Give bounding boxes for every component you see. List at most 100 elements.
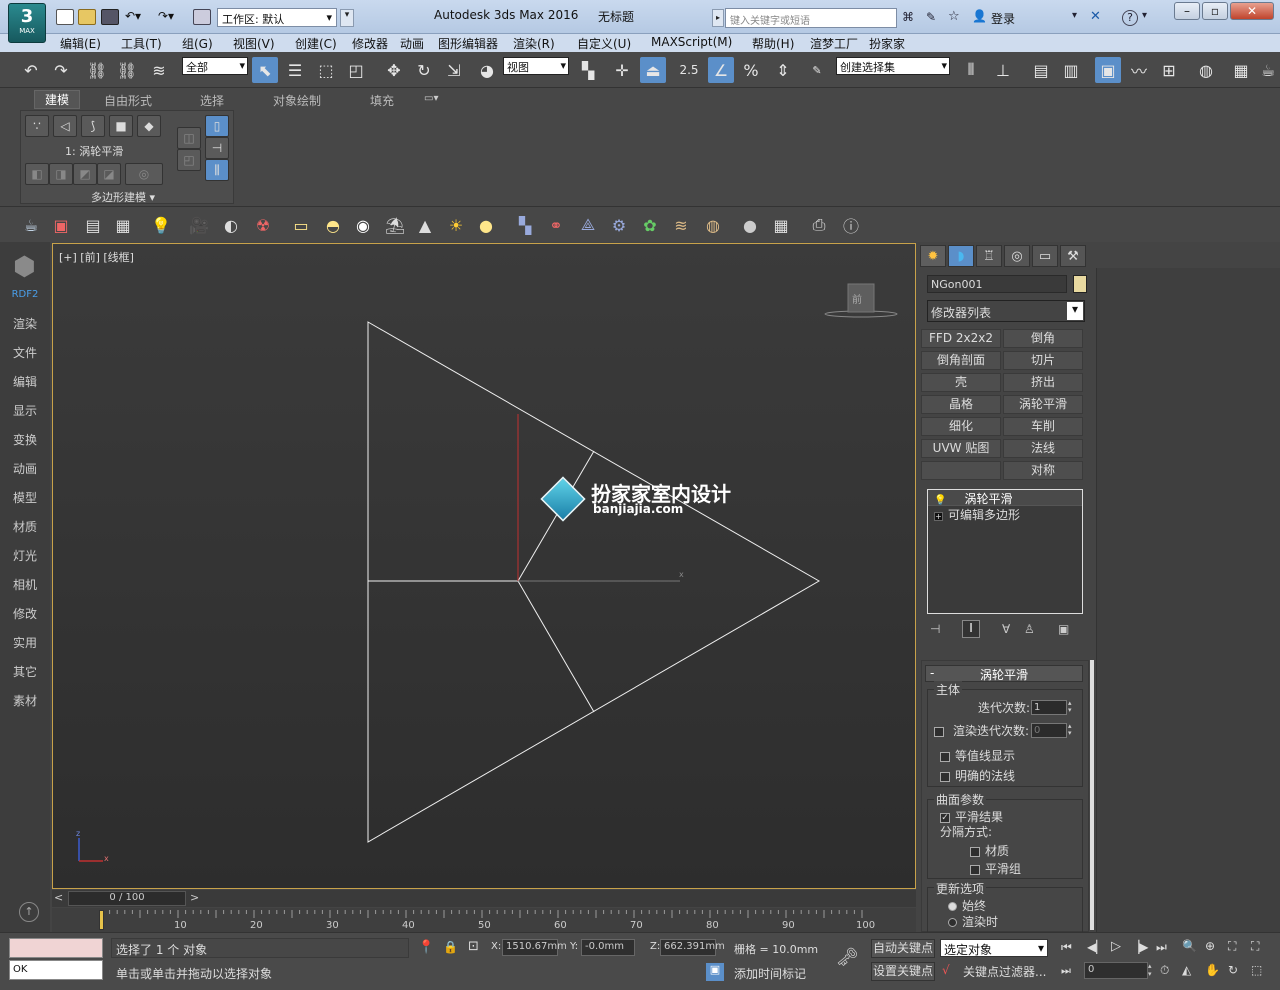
light-bulb-icon[interactable]: 💡 xyxy=(148,212,174,238)
sidebar-item-modify[interactable]: 修改 xyxy=(0,605,50,622)
modifier-shell-button[interactable]: 壳 xyxy=(921,373,1001,392)
remove-modifier-icon[interactable]: ◰ xyxy=(177,149,201,171)
expand-plus-icon[interactable]: + xyxy=(934,512,943,521)
show-end-result-icon[interactable]: Ⅰ xyxy=(962,620,980,638)
configure-modifier-icon[interactable]: ⫼ xyxy=(205,159,229,181)
material-editor-icon[interactable]: ◍ xyxy=(1193,57,1219,83)
utilities-tab-icon[interactable]: ⚒ xyxy=(1060,245,1086,267)
always-radio[interactable]: 始终 xyxy=(948,897,986,914)
make-unique-icon[interactable]: ⊣ xyxy=(205,137,229,159)
dome-light-icon[interactable]: ◓ xyxy=(320,212,346,238)
menu-customize[interactable]: 自定义(U) xyxy=(577,35,631,52)
field-of-view-icon[interactable]: ◭ xyxy=(1182,963,1191,977)
current-frame-marker[interactable] xyxy=(99,910,104,930)
teapot-icon[interactable]: ☕ xyxy=(18,212,44,238)
track-bar[interactable]: 10 20 30 40 50 60 70 80 90 100 xyxy=(52,908,916,932)
render-iters-spinner-arrows[interactable]: ▴ ▾ xyxy=(1068,723,1072,737)
collapse-minus-icon[interactable]: - xyxy=(930,666,934,680)
modifier-bevel-button[interactable]: 倒角 xyxy=(1003,329,1083,348)
sidebar-item-utility[interactable]: 实用 xyxy=(0,634,50,651)
sidebar-item-render[interactable]: 渲染 xyxy=(0,315,50,332)
next-frame-icon[interactable]: ▕▶ xyxy=(1130,940,1148,954)
selected-object-dropdown[interactable]: 选定对象 ▾ xyxy=(940,939,1048,957)
z-coordinate-field[interactable]: 662.391mm xyxy=(660,939,725,956)
light-bulb-icon[interactable]: 💡 xyxy=(934,495,946,506)
menu-graph-editors[interactable]: 图形编辑器 xyxy=(438,35,498,52)
sidebar-item-model[interactable]: 模型 xyxy=(0,489,50,506)
schematic-view-icon[interactable]: ⊞ xyxy=(1156,57,1182,83)
sidebar-item-assets[interactable]: 素材 xyxy=(0,692,50,709)
redo-icon[interactable]: ↷ xyxy=(48,57,74,83)
menu-maxscript[interactable]: MAXScript(M) xyxy=(651,35,732,49)
x-coordinate-field[interactable]: 1510.67mm xyxy=(502,939,567,956)
front-viewport[interactable]: [+] [前] [线框] 前 z x x 扮家家室内设计 banjiajia.c… xyxy=(52,243,916,889)
material-ball-icon[interactable]: ● xyxy=(737,212,763,238)
rollout-header[interactable]: - 涡轮平滑 xyxy=(925,665,1083,682)
help-dropdown-icon[interactable]: ▾ xyxy=(1142,10,1147,21)
rectangular-selection-icon[interactable]: ⬚ xyxy=(313,57,339,83)
displacement-icon[interactable]: ◍ xyxy=(700,212,726,238)
menu-tools[interactable]: 工具(T) xyxy=(121,35,162,52)
login-dropdown-icon[interactable]: ▾ xyxy=(1072,10,1077,21)
pin-stack-icon[interactable]: ▯ xyxy=(205,115,229,137)
login-button[interactable]: 登录 xyxy=(991,10,1015,27)
edge-icon[interactable]: ◁ xyxy=(53,115,77,137)
menu-modifiers[interactable]: 修改器 xyxy=(352,35,388,52)
prev-modifier-icon[interactable]: ◧ xyxy=(25,163,49,185)
menu-views[interactable]: 视图(V) xyxy=(233,35,275,52)
modifier-bevel-profile-button[interactable]: 倒角剖面 xyxy=(921,351,1001,370)
maximize-button[interactable]: ▫ xyxy=(1202,2,1228,20)
remove-modifier-icon[interactable]: ♙ xyxy=(1024,622,1035,636)
new-file-icon[interactable] xyxy=(56,9,74,25)
checkbox-box[interactable] xyxy=(940,751,950,762)
modifier-normal-button[interactable]: 法线 xyxy=(1003,439,1083,458)
unlink-icon[interactable]: ⛓ xyxy=(114,57,140,83)
render-frame-icon[interactable]: ▣ xyxy=(48,212,74,238)
place-icon[interactable]: ◕ xyxy=(474,57,500,83)
camera-icon[interactable]: 🎥 xyxy=(186,212,212,238)
keyboard-shortcut-override-icon[interactable]: ⏏ xyxy=(640,57,666,83)
open-file-icon[interactable] xyxy=(78,9,96,25)
menu-edit[interactable]: 编辑(E) xyxy=(60,35,101,52)
selection-lock-icon[interactable]: 🔒 xyxy=(443,940,458,954)
multi-camera-icon[interactable]: ☢ xyxy=(250,212,276,238)
align-icon[interactable]: ⊥ xyxy=(990,57,1016,83)
plane-light-icon[interactable]: ▭ xyxy=(288,212,314,238)
radio-circle[interactable] xyxy=(948,902,957,911)
add-time-tag[interactable]: 添加时间标记 xyxy=(734,965,806,982)
time-prev-button[interactable]: < xyxy=(54,891,66,904)
modifier-symmetry-button[interactable]: 对称 xyxy=(1003,461,1083,480)
checkbox-box[interactable] xyxy=(970,864,980,875)
use-soft-selection-icon[interactable]: ◫ xyxy=(177,127,201,149)
subscription-icon[interactable]: ✎ xyxy=(926,10,936,24)
tab-modeling[interactable]: 建模 xyxy=(34,90,81,109)
sidebar-item-lights[interactable]: 灯光 xyxy=(0,547,50,564)
hair-icon[interactable]: ≋ xyxy=(668,212,694,238)
sidebar-item-animation[interactable]: 动画 xyxy=(0,460,50,477)
curve-editor-icon[interactable]: 〰 xyxy=(1126,57,1152,83)
binoculars-icon[interactable]: ⌘ xyxy=(902,10,914,24)
select-object-icon[interactable]: ⬉ xyxy=(252,57,278,83)
scale-icon[interactable]: ⇲ xyxy=(441,57,467,83)
user-icon[interactable]: 👤 xyxy=(972,9,987,23)
zoom-extents-icon[interactable]: ⛶ xyxy=(1228,939,1236,954)
search-arrow-icon[interactable]: ▸ xyxy=(712,9,724,27)
layer-explorer-icon[interactable]: ▤ xyxy=(1028,57,1054,83)
sidebar-item-transform[interactable]: 变换 xyxy=(0,431,50,448)
time-next-button[interactable]: > xyxy=(190,891,202,904)
undo-icon[interactable]: ↶ xyxy=(18,57,44,83)
named-selection-dropdown[interactable]: 创建选择集 ▾ xyxy=(836,57,950,75)
redo-icon[interactable]: ↷▾ xyxy=(158,9,174,25)
reference-coordinate-dropdown[interactable]: 视图 ▾ xyxy=(503,57,569,75)
menu-banjiajia[interactable]: 扮家家 xyxy=(869,35,905,52)
tab-freeform[interactable]: 自由形式 xyxy=(104,92,152,109)
select-by-name-icon[interactable]: ☰ xyxy=(282,57,308,83)
edit-named-selection-icon[interactable]: ✎ xyxy=(804,57,830,83)
help-button[interactable]: ? xyxy=(1122,10,1138,26)
smoothing-groups-checkbox[interactable]: 平滑组 xyxy=(970,860,1021,877)
modifier-uvw-map-button[interactable]: UVW 贴图 xyxy=(921,439,1001,458)
table-icon[interactable]: ▦ xyxy=(110,212,136,238)
search-input[interactable]: 键入关键字或短语 xyxy=(725,8,897,28)
sun-icon[interactable]: ☀ xyxy=(443,212,469,238)
modifier-tessellate-button[interactable]: 细化 xyxy=(921,417,1001,436)
